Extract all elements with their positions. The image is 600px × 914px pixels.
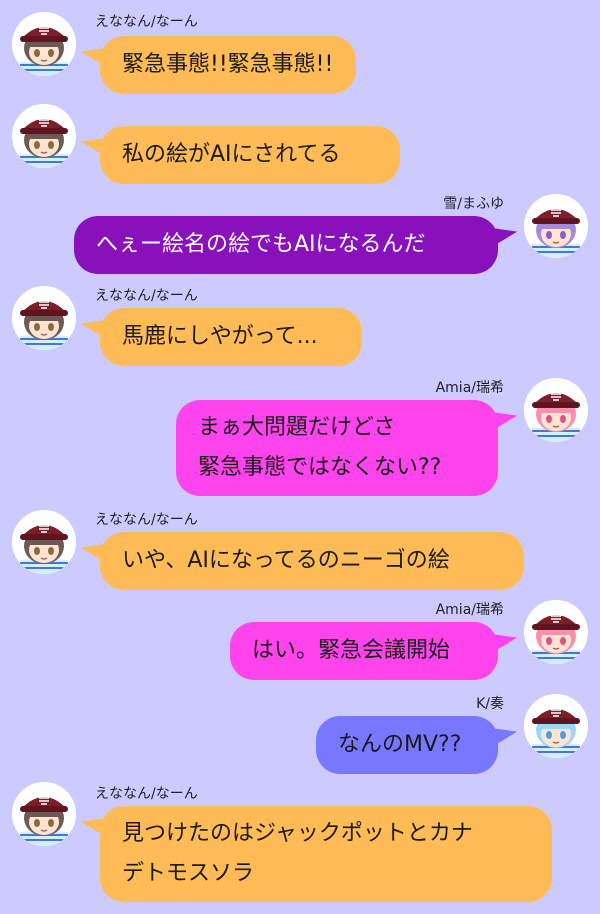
- message-text: 見つけたのはジャックポットとカナ: [122, 821, 473, 846]
- message-bubble[interactable]: まぁ大問題だけどさ緊急事態ではなくない??: [176, 400, 498, 496]
- mizuki-avatar[interactable]: [524, 378, 588, 442]
- mizuki-avatar[interactable]: [524, 600, 588, 664]
- message-text: 緊急事態!!緊急事態!!: [122, 52, 334, 77]
- speaker-name: えななん/なーん: [95, 786, 198, 802]
- message-bubble[interactable]: 緊急事態!!緊急事態!!: [100, 36, 356, 94]
- message-bubble[interactable]: 私の絵がAIにされてる: [100, 126, 400, 184]
- speaker-name: Amia/瑞希: [435, 602, 504, 618]
- ena-avatar[interactable]: [12, 782, 76, 846]
- ena-avatar[interactable]: [12, 286, 76, 350]
- message-text: デトモスソラ: [122, 861, 255, 886]
- message-text: へぇー絵名の絵でもAIになるんだ: [96, 232, 426, 257]
- message-text: 緊急事態ではなくない??: [198, 455, 442, 480]
- message-text: はい。緊急会議開始: [252, 638, 451, 663]
- speaker-name: えななん/なーん: [95, 14, 198, 30]
- speaker-name: えななん/なーん: [95, 512, 198, 528]
- ena-avatar[interactable]: [12, 12, 76, 76]
- mafuyu-avatar[interactable]: [524, 194, 588, 258]
- message-text: 馬鹿にしやがって...: [122, 324, 318, 349]
- message-text: 私の絵がAIにされてる: [122, 142, 341, 167]
- ena-avatar[interactable]: [12, 104, 76, 168]
- kanade-avatar[interactable]: [524, 694, 588, 758]
- speaker-name: Amia/瑞希: [435, 380, 504, 396]
- message-text: いや、AIになってるのニーゴの絵: [122, 548, 450, 573]
- speaker-name: えななん/なーん: [95, 288, 198, 304]
- message-bubble[interactable]: いや、AIになってるのニーゴの絵: [100, 532, 524, 590]
- message-text: まぁ大問題だけどさ: [198, 415, 396, 440]
- message-text: なんのMV??: [338, 732, 462, 757]
- message-bubble[interactable]: へぇー絵名の絵でもAIになるんだ: [74, 216, 498, 274]
- speaker-name: K/奏: [476, 696, 504, 712]
- message-bubble[interactable]: なんのMV??: [316, 716, 498, 774]
- message-bubble[interactable]: 馬鹿にしやがって...: [100, 308, 362, 366]
- message-bubble[interactable]: 見つけたのはジャックポットとカナ デトモスソラ: [100, 806, 552, 902]
- ena-avatar[interactable]: [12, 510, 76, 574]
- message-bubble[interactable]: はい。緊急会議開始: [230, 622, 498, 680]
- speaker-name: 雪/まふゆ: [443, 196, 504, 212]
